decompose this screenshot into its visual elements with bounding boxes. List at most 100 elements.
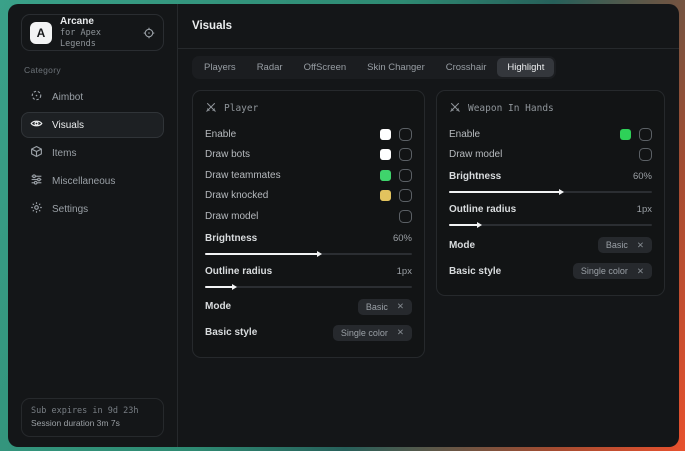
slider-value: 1px (397, 266, 412, 277)
tabs-bar: Players Radar OffScreen Skin Changer Cro… (192, 56, 556, 79)
slider-label: Brightness (205, 233, 257, 244)
tab-players[interactable]: Players (194, 58, 246, 77)
sidebar-item-miscellaneous[interactable]: Miscellaneous (21, 168, 164, 194)
eye-icon (30, 117, 43, 133)
toggle-label: Draw bots (205, 149, 380, 160)
close-icon[interactable]: ✕ (397, 302, 404, 311)
sidebar: A Arcane for Apex Legends Category (8, 4, 178, 447)
cube-icon (30, 145, 43, 161)
app-window: A Arcane for Apex Legends Category (8, 4, 679, 447)
weapon-in-hands-panel: Weapon In Hands Enable Draw model Bright… (436, 90, 665, 296)
chip-text: Basic (366, 302, 388, 312)
outline-radius-slider-block: Outline radius 1px (205, 264, 412, 293)
slider-thumb[interactable] (317, 251, 322, 257)
brightness-slider[interactable] (449, 186, 652, 198)
slider-fill (449, 224, 479, 226)
toggle-row-draw-bots: Draw bots (205, 145, 412, 166)
slider-thumb[interactable] (477, 222, 482, 228)
brightness-slider-block: Brightness 60% (449, 169, 652, 198)
close-icon[interactable]: ✕ (637, 241, 644, 250)
slider-fill (205, 253, 319, 255)
weapon-panel-header: Weapon In Hands (449, 101, 652, 116)
crossed-swords-icon (449, 101, 461, 116)
checkbox[interactable] (399, 148, 412, 161)
color-swatch[interactable] (380, 129, 391, 140)
select-label: Basic style (205, 327, 257, 338)
slider-value: 60% (393, 233, 412, 244)
tab-crosshair[interactable]: Crosshair (436, 58, 497, 77)
checkbox[interactable] (399, 128, 412, 141)
select-label: Mode (449, 240, 475, 251)
outline-radius-slider-block: Outline radius 1px (449, 202, 652, 231)
select-label: Mode (205, 301, 231, 312)
slider-fill (449, 191, 561, 193)
slider-value: 1px (637, 204, 652, 215)
mode-select-row: Mode Basic ✕ (449, 233, 652, 257)
session-duration-text: Session duration 3m 7s (31, 417, 154, 430)
sidebar-nav: Aimbot Visuals (21, 84, 164, 222)
player-panel-header: Player (205, 101, 412, 116)
slider-thumb[interactable] (559, 189, 564, 195)
checkbox[interactable] (399, 189, 412, 202)
sidebar-item-label: Items (52, 148, 76, 159)
toggle-label: Draw model (205, 211, 391, 222)
mode-chip[interactable]: Basic ✕ (598, 237, 652, 253)
checkbox[interactable] (399, 210, 412, 223)
slider-thumb[interactable] (232, 284, 237, 290)
color-swatch[interactable] (380, 170, 391, 181)
content: Player Enable Draw bots Draw teammates (178, 79, 679, 369)
sidebar-item-items[interactable]: Items (21, 140, 164, 166)
tab-highlight[interactable]: Highlight (497, 58, 554, 77)
mode-select-row: Mode Basic ✕ (205, 295, 412, 319)
tab-offscreen[interactable]: OffScreen (294, 58, 357, 77)
mode-chip[interactable]: Basic ✕ (358, 299, 412, 315)
basic-style-select-row: Basic style Single color ✕ (205, 321, 412, 345)
toggle-label: Enable (449, 129, 620, 140)
color-swatch[interactable] (620, 129, 631, 140)
toggle-label: Draw model (449, 149, 631, 160)
basic-style-chip[interactable]: Single color ✕ (333, 325, 412, 341)
sidebar-item-settings[interactable]: Settings (21, 196, 164, 222)
toggle-label: Draw teammates (205, 170, 380, 181)
toggle-row-enable: Enable (205, 124, 412, 145)
main-header: Visuals (178, 4, 679, 49)
close-icon[interactable]: ✕ (397, 328, 404, 337)
sidebar-item-visuals[interactable]: Visuals (21, 112, 164, 138)
checkbox[interactable] (399, 169, 412, 182)
chip-text: Single color (581, 266, 628, 276)
slider-label: Outline radius (205, 266, 272, 277)
sidebar-item-aimbot[interactable]: Aimbot (21, 84, 164, 110)
desktop-background: A Arcane for Apex Legends Category (0, 0, 685, 451)
sidebar-item-label: Settings (52, 204, 88, 215)
toggle-row-draw-model: Draw model (449, 145, 652, 166)
slider-value: 60% (633, 171, 652, 182)
close-icon[interactable]: ✕ (637, 267, 644, 276)
panel-title: Player (224, 103, 258, 114)
color-swatch[interactable] (380, 190, 391, 201)
gear-icon (30, 201, 43, 217)
toggle-row-enable: Enable (449, 124, 652, 145)
player-panel: Player Enable Draw bots Draw teammates (192, 90, 425, 358)
checkbox[interactable] (639, 148, 652, 161)
sidebar-item-label: Visuals (52, 120, 84, 131)
basic-style-select-row: Basic style Single color ✕ (449, 259, 652, 283)
tab-skin-changer[interactable]: Skin Changer (357, 58, 435, 77)
tab-radar[interactable]: Radar (247, 58, 293, 77)
color-swatch[interactable] (380, 149, 391, 160)
crosshair-icon (30, 89, 43, 105)
app-names: Arcane for Apex Legends (60, 16, 135, 50)
outline-radius-slider[interactable] (449, 219, 652, 231)
basic-style-chip[interactable]: Single color ✕ (573, 263, 652, 279)
outline-radius-slider[interactable] (205, 281, 412, 293)
target-icon[interactable] (143, 27, 155, 39)
panel-title: Weapon In Hands (468, 103, 554, 114)
subscription-info-box: Sub expires in 9d 23h Session duration 3… (21, 398, 164, 438)
toggle-row-draw-teammates: Draw teammates (205, 165, 412, 186)
slider-fill (205, 286, 234, 288)
brightness-slider[interactable] (205, 248, 412, 260)
toggle-label: Draw knocked (205, 190, 380, 201)
toggle-label: Enable (205, 129, 380, 140)
app-title: Arcane (60, 16, 135, 29)
brightness-slider-block: Brightness 60% (205, 231, 412, 260)
checkbox[interactable] (639, 128, 652, 141)
